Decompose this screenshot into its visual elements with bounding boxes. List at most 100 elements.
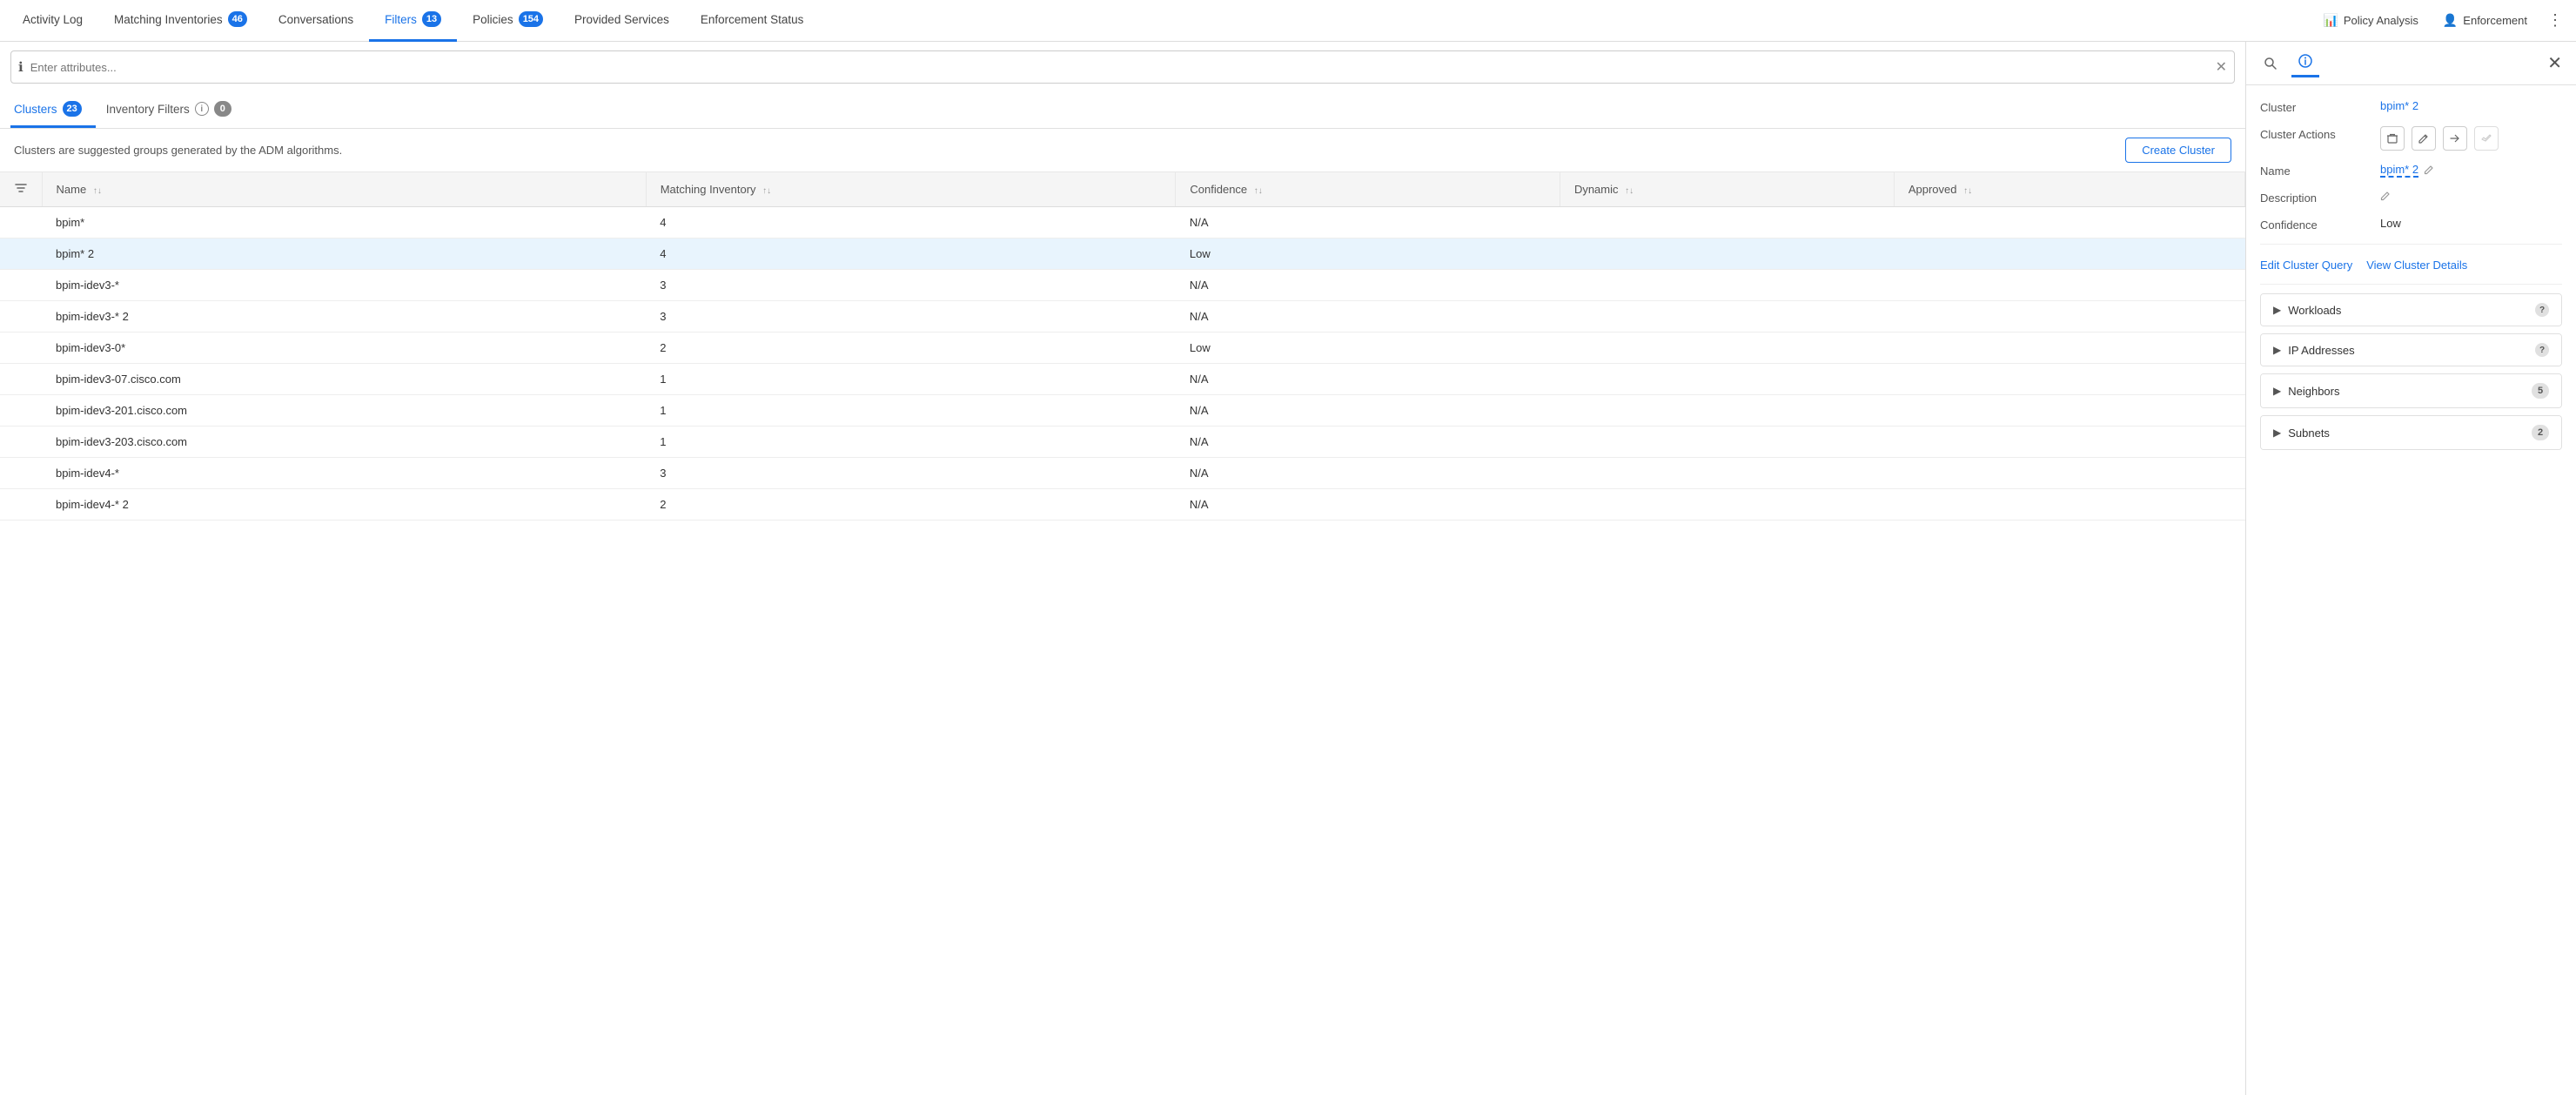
table-row[interactable]: bpim-idev3-201.cisco.com 1 N/A — [0, 395, 2245, 427]
person-icon: 👤 — [2443, 13, 2458, 28]
neighbors-title: Neighbors — [2288, 385, 2525, 398]
tab-enforcement-status[interactable]: Enforcement Status — [685, 0, 820, 42]
table-row[interactable]: bpim-idev3-* 2 3 N/A — [0, 301, 2245, 333]
row-name-cell: bpim* 2 — [42, 238, 646, 270]
clusters-table: Name ↑↓ Matching Inventory ↑↓ Confidence… — [0, 172, 2245, 521]
rp-description-edit-icon[interactable] — [2380, 190, 2392, 204]
tab-provided-services[interactable]: Provided Services — [559, 0, 685, 42]
filter-column-header — [0, 172, 42, 207]
confidence-column-header[interactable]: Confidence ↑↓ — [1176, 172, 1560, 207]
right-panel-close-button[interactable]: ✕ — [2544, 49, 2566, 77]
confidence-sort-icon: ↑↓ — [1254, 186, 1263, 196]
table-row[interactable]: bpim-idev4-* 3 N/A — [0, 458, 2245, 489]
rp-links: Edit Cluster Query View Cluster Details — [2260, 252, 2562, 285]
row-approved-cell — [1894, 270, 2244, 301]
dynamic-sort-icon: ↑↓ — [1625, 186, 1633, 196]
rp-description-value-row — [2380, 190, 2562, 204]
tab-clusters[interactable]: Clusters 23 — [10, 92, 96, 128]
table-row[interactable]: bpim-idev3-* 3 N/A — [0, 270, 2245, 301]
confidence-column-label: Confidence — [1190, 183, 1247, 196]
subnets-title: Subnets — [2288, 427, 2525, 440]
ip-addresses-title: IP Addresses — [2288, 344, 2528, 357]
row-approved-cell — [1894, 364, 2244, 395]
row-name-cell: bpim-idev3-* 2 — [42, 301, 646, 333]
tab-activity-log[interactable]: Activity Log — [7, 0, 98, 42]
row-filter-cell — [0, 207, 42, 238]
subnets-expand-header[interactable]: ▶ Subnets 2 — [2261, 416, 2561, 449]
workloads-expand-header[interactable]: ▶ Workloads ? — [2261, 294, 2561, 326]
row-dynamic-cell — [1560, 270, 1894, 301]
row-matching-inventory-cell: 3 — [646, 458, 1176, 489]
matching-inventory-column-header[interactable]: Matching Inventory ↑↓ — [646, 172, 1176, 207]
approved-column-header[interactable]: Approved ↑↓ — [1894, 172, 2244, 207]
enforcement-label: Enforcement — [2463, 14, 2527, 27]
row-confidence-cell: N/A — [1176, 301, 1560, 333]
rp-info-icon[interactable] — [2291, 50, 2319, 77]
table-row[interactable]: bpim* 2 4 Low — [0, 238, 2245, 270]
row-filter-cell — [0, 364, 42, 395]
more-options-button[interactable]: ⋮ — [2541, 7, 2569, 35]
table-row[interactable]: bpim-idev3-07.cisco.com 1 N/A — [0, 364, 2245, 395]
search-input[interactable] — [30, 61, 2216, 74]
right-panel-header-icons — [2257, 50, 2319, 77]
row-matching-inventory-cell: 1 — [646, 364, 1176, 395]
rp-name-value[interactable]: bpim* 2 — [2380, 163, 2418, 178]
tab-matching-inventories[interactable]: Matching Inventories 46 — [98, 0, 263, 42]
edit-cluster-query-link[interactable]: Edit Cluster Query — [2260, 259, 2352, 272]
rp-name-row: Name bpim* 2 — [2260, 163, 2562, 178]
table-header-row: Name ↑↓ Matching Inventory ↑↓ Confidence… — [0, 172, 2245, 207]
tab-policies[interactable]: Policies 154 — [457, 0, 559, 42]
nav-right-actions: 📊 Policy Analysis 👤 Enforcement ⋮ — [2312, 7, 2569, 35]
row-dynamic-cell — [1560, 427, 1894, 458]
dynamic-column-header[interactable]: Dynamic ↑↓ — [1560, 172, 1894, 207]
table-row[interactable]: bpim-idev3-203.cisco.com 1 N/A — [0, 427, 2245, 458]
table-row[interactable]: bpim-idev3-0* 2 Low — [0, 333, 2245, 364]
name-column-header[interactable]: Name ↑↓ — [42, 172, 646, 207]
subnets-chevron-icon: ▶ — [2273, 427, 2281, 439]
rp-arrow-action[interactable] — [2443, 126, 2467, 151]
filter-icon[interactable] — [14, 185, 28, 198]
row-dynamic-cell — [1560, 333, 1894, 364]
rp-cluster-value[interactable]: bpim* 2 — [2380, 99, 2562, 112]
right-panel: ✕ Cluster bpim* 2 Cluster Actions — [2245, 42, 2576, 1095]
rp-cluster-row: Cluster bpim* 2 — [2260, 99, 2562, 114]
create-cluster-button[interactable]: Create Cluster — [2125, 138, 2231, 163]
rp-name-label: Name — [2260, 163, 2373, 178]
row-confidence-cell: Low — [1176, 238, 1560, 270]
table-row[interactable]: bpim* 4 N/A — [0, 207, 2245, 238]
row-approved-cell — [1894, 458, 2244, 489]
matching-inventory-column-label: Matching Inventory — [661, 183, 756, 196]
rp-cluster-actions-label: Cluster Actions — [2260, 126, 2373, 141]
tab-activity-log-label: Activity Log — [23, 13, 83, 26]
rp-approve-action[interactable] — [2474, 126, 2499, 151]
enforcement-button[interactable]: 👤 Enforcement — [2432, 10, 2538, 31]
rp-search-icon[interactable] — [2257, 50, 2284, 77]
rp-edit-action[interactable] — [2412, 126, 2436, 151]
rp-cluster-label: Cluster — [2260, 99, 2373, 114]
rp-divider — [2260, 244, 2562, 245]
rp-name-edit-icon[interactable] — [2424, 164, 2435, 178]
chart-icon: 📊 — [2323, 13, 2338, 28]
rp-delete-action[interactable] — [2380, 126, 2405, 151]
search-info-icon: ℹ — [18, 59, 23, 75]
row-filter-cell — [0, 427, 42, 458]
table-row[interactable]: bpim-idev4-* 2 2 N/A — [0, 489, 2245, 521]
tab-inventory-filters[interactable]: Inventory Filters i 0 — [103, 92, 245, 128]
workloads-question-icon: ? — [2535, 303, 2549, 317]
row-approved-cell — [1894, 333, 2244, 364]
tab-filters[interactable]: Filters 13 — [369, 0, 457, 42]
row-approved-cell — [1894, 301, 2244, 333]
ip-addresses-expand-header[interactable]: ▶ IP Addresses ? — [2261, 334, 2561, 366]
view-cluster-details-link[interactable]: View Cluster Details — [2366, 259, 2467, 272]
inventory-filters-info-icon: i — [195, 102, 209, 116]
policy-analysis-button[interactable]: 📊 Policy Analysis — [2312, 10, 2428, 31]
right-panel-content: Cluster bpim* 2 Cluster Actions — [2246, 85, 2576, 1095]
tab-conversations[interactable]: Conversations — [263, 0, 369, 42]
tab-matching-inventories-label: Matching Inventories — [114, 13, 223, 26]
clear-search-icon[interactable]: ✕ — [2216, 58, 2227, 76]
neighbors-expand-header[interactable]: ▶ Neighbors 5 — [2261, 374, 2561, 407]
row-name-cell: bpim-idev3-07.cisco.com — [42, 364, 646, 395]
row-matching-inventory-cell: 2 — [646, 489, 1176, 521]
row-dynamic-cell — [1560, 395, 1894, 427]
tab-policies-badge: 154 — [519, 11, 543, 27]
